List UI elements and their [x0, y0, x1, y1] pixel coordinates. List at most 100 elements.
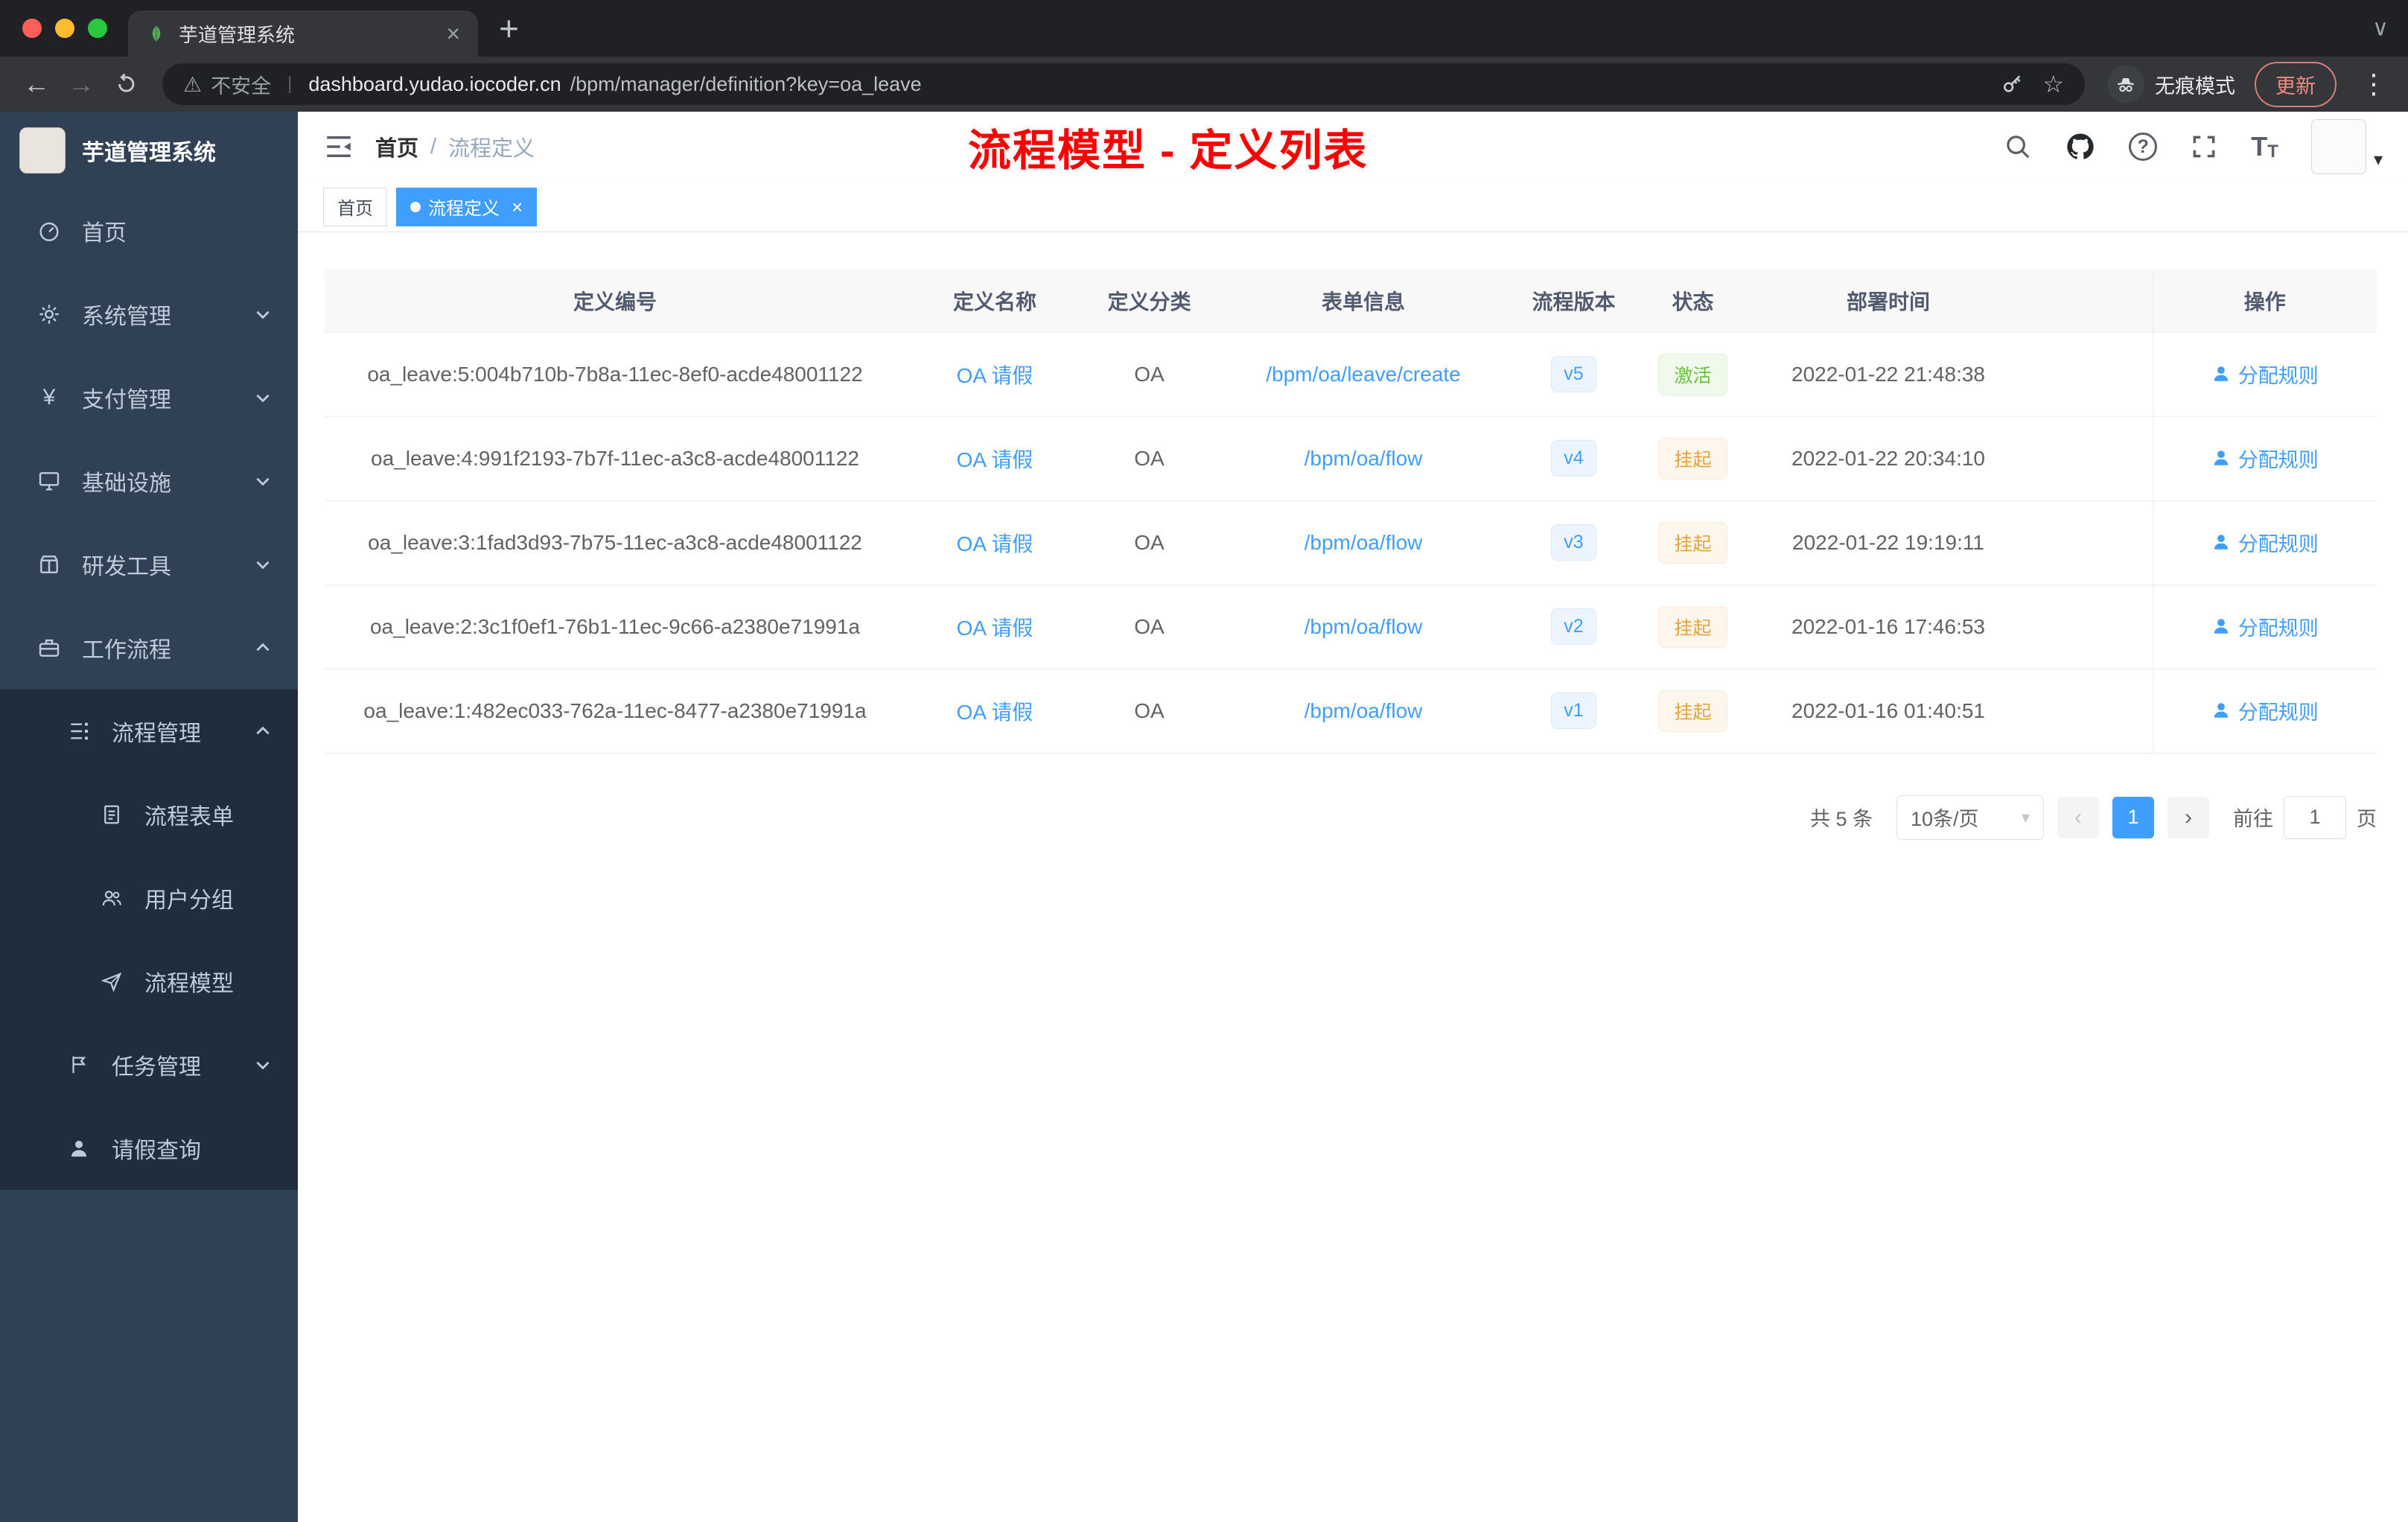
- deploy-time: 2022-01-16 01:40:51: [1751, 669, 2026, 754]
- assign-rule-link[interactable]: 分配规则: [2211, 528, 2319, 557]
- reload-icon[interactable]: [106, 71, 146, 97]
- sidebar-item-devtools[interactable]: 研发工具: [0, 523, 298, 606]
- pagination: 共 5 条 10条/页 ▾ ‹ 1 › 前往 页: [325, 795, 2377, 840]
- caret-down-icon: ▾: [2373, 149, 2383, 170]
- col-status: 状态: [1635, 270, 1751, 333]
- hamburger-icon[interactable]: [323, 131, 354, 162]
- github-icon[interactable]: [2065, 131, 2096, 162]
- version-badge: v2: [1551, 608, 1596, 645]
- bookmark-star-icon[interactable]: ☆: [2042, 70, 2064, 98]
- sidebar-item-process-management[interactable]: 流程管理: [0, 690, 298, 773]
- chevron-down-icon: [253, 388, 273, 407]
- sidebar-item-process-form[interactable]: 流程表单: [0, 773, 298, 856]
- search-icon[interactable]: [2004, 133, 2032, 161]
- close-window-button[interactable]: [22, 19, 42, 38]
- sidebar-item-workflow[interactable]: 工作流程: [0, 606, 298, 690]
- pagination-total: 共 5 条: [1809, 808, 1873, 830]
- tree-list-icon: [66, 718, 92, 745]
- definition-name-link[interactable]: OA 请假: [957, 617, 1033, 640]
- back-icon[interactable]: ←: [16, 69, 57, 100]
- filler-cell: [2026, 585, 2153, 669]
- sidebar-item-task-management[interactable]: 任务管理: [0, 1023, 298, 1107]
- filler-cell: [2026, 416, 2153, 501]
- sidebar-item-user-group[interactable]: 用户分组: [0, 856, 298, 940]
- minimize-window-button[interactable]: [55, 19, 74, 38]
- sidebar: 芋道管理系统 首页 系统管理 ¥ 支付管理 基础设施 研发工具 工作流程 流程管…: [0, 112, 298, 1522]
- prev-page-button[interactable]: ‹: [2057, 796, 2099, 838]
- sidebar-item-leave-query[interactable]: 请假查询: [0, 1107, 298, 1190]
- top-navbar: 首页 / 流程定义 流程模型 - 定义列表 ? TT ▾: [298, 112, 2408, 182]
- definition-id: oa_leave:5:004b710b-7b8a-11ec-8ef0-acde4…: [325, 332, 905, 417]
- url-host: dashboard.yudao.iocoder.cn: [308, 72, 561, 95]
- goto-page-input[interactable]: [2284, 795, 2346, 839]
- col-deploy-time: 部署时间: [1751, 270, 2026, 333]
- annotation-title: 流程模型 - 定义列表: [968, 127, 1369, 175]
- page-content: 定义编号 定义名称 定义分类 表单信息 流程版本 状态 部署时间 操作 oa_l…: [298, 232, 2408, 1522]
- page-1-button[interactable]: 1: [2112, 796, 2154, 838]
- assign-rule-link[interactable]: 分配规则: [2211, 444, 2319, 473]
- form-link[interactable]: /bpm/oa/flow: [1305, 531, 1423, 554]
- chevron-down-icon: [253, 305, 273, 324]
- forward-icon[interactable]: →: [61, 69, 101, 100]
- address-bar: ← → ⚠ 不安全 | dashboard.yudao.iocoder.cn/b…: [0, 57, 2408, 112]
- browser-tab[interactable]: 芋道管理系统 ×: [128, 10, 478, 57]
- breadcrumb-home[interactable]: 首页: [375, 131, 418, 162]
- incognito-icon: [2107, 66, 2144, 103]
- filler-cell: [2026, 500, 2153, 585]
- form-link[interactable]: /bpm/oa/flow: [1305, 447, 1423, 470]
- update-button[interactable]: 更新: [2255, 61, 2337, 107]
- form-link[interactable]: /bpm/oa/flow: [1305, 615, 1423, 638]
- assign-rule-link[interactable]: 分配规则: [2211, 696, 2319, 725]
- sidebar-item-infrastructure[interactable]: 基础设施: [0, 439, 298, 523]
- not-secure-label: 不安全: [211, 74, 272, 98]
- toolbox-icon: [36, 551, 63, 578]
- col-definition-id: 定义编号: [325, 270, 905, 333]
- chevron-down-icon: [253, 471, 273, 491]
- sidebar-item-label: 首页: [82, 221, 127, 246]
- sidebar-logo[interactable]: 芋道管理系统: [0, 112, 298, 189]
- user-avatar[interactable]: ▾: [2310, 119, 2383, 174]
- form-link[interactable]: /bpm/oa/flow: [1305, 699, 1423, 722]
- document-icon: [98, 801, 125, 828]
- next-page-button[interactable]: ›: [2167, 796, 2209, 838]
- key-icon[interactable]: [2001, 72, 2025, 96]
- definition-category: OA: [1084, 669, 1214, 754]
- tag-home[interactable]: 首页: [323, 187, 387, 226]
- definition-name-link[interactable]: OA 请假: [957, 701, 1033, 724]
- sidebar-item-system[interactable]: 系统管理: [0, 273, 298, 356]
- sidebar-item-payment[interactable]: ¥ 支付管理: [0, 356, 298, 439]
- page-unit-label: 页: [2357, 808, 2377, 830]
- assign-rule-link[interactable]: 分配规则: [2211, 360, 2319, 389]
- page-size-select[interactable]: 10条/页 ▾: [1896, 795, 2044, 840]
- col-process-version: 流程版本: [1512, 270, 1635, 333]
- help-icon[interactable]: ?: [2129, 133, 2158, 161]
- zoom-window-button[interactable]: [88, 19, 107, 38]
- tabstrip-chevron-icon[interactable]: ∨: [2372, 16, 2389, 42]
- col-filler: [2026, 270, 2153, 333]
- definition-id: oa_leave:2:3c1f0ef1-76b1-11ec-9c66-a2380…: [325, 585, 905, 669]
- table-row: oa_leave:4:991f2193-7b7f-11ec-a3c8-acde4…: [325, 416, 2377, 501]
- fullscreen-icon[interactable]: [2190, 133, 2218, 161]
- chevron-up-icon: [253, 722, 273, 741]
- url-bar[interactable]: ⚠ 不安全 | dashboard.yudao.iocoder.cn/bpm/m…: [162, 63, 2085, 105]
- browser-menu-icon[interactable]: ⋮: [2356, 69, 2392, 100]
- new-tab-button[interactable]: +: [478, 11, 540, 45]
- definition-name-link[interactable]: OA 请假: [957, 364, 1033, 387]
- sidebar-item-process-model[interactable]: 流程模型: [0, 940, 298, 1023]
- status-badge: 挂起: [1658, 690, 1727, 732]
- close-icon[interactable]: ×: [512, 197, 523, 217]
- definition-name-link[interactable]: OA 请假: [957, 448, 1033, 471]
- assign-rule-link[interactable]: 分配规则: [2211, 612, 2319, 641]
- tag-label: 首页: [337, 199, 373, 219]
- tab-close-icon[interactable]: ×: [446, 22, 460, 45]
- not-secure-warning-icon[interactable]: ⚠: [183, 72, 202, 97]
- definition-id: oa_leave:1:482ec033-762a-11ec-8477-a2380…: [325, 669, 905, 754]
- version-badge: v5: [1551, 356, 1596, 392]
- form-link[interactable]: /bpm/oa/leave/create: [1266, 363, 1461, 386]
- sidebar-item-label: 用户分组: [144, 888, 234, 913]
- tag-process-definition[interactable]: 流程定义 ×: [396, 187, 538, 226]
- font-size-icon[interactable]: TT: [2251, 131, 2278, 162]
- sidebar-item-home[interactable]: 首页: [0, 189, 298, 273]
- definition-name-link[interactable]: OA 请假: [957, 532, 1033, 555]
- status-badge: 激活: [1658, 353, 1727, 395]
